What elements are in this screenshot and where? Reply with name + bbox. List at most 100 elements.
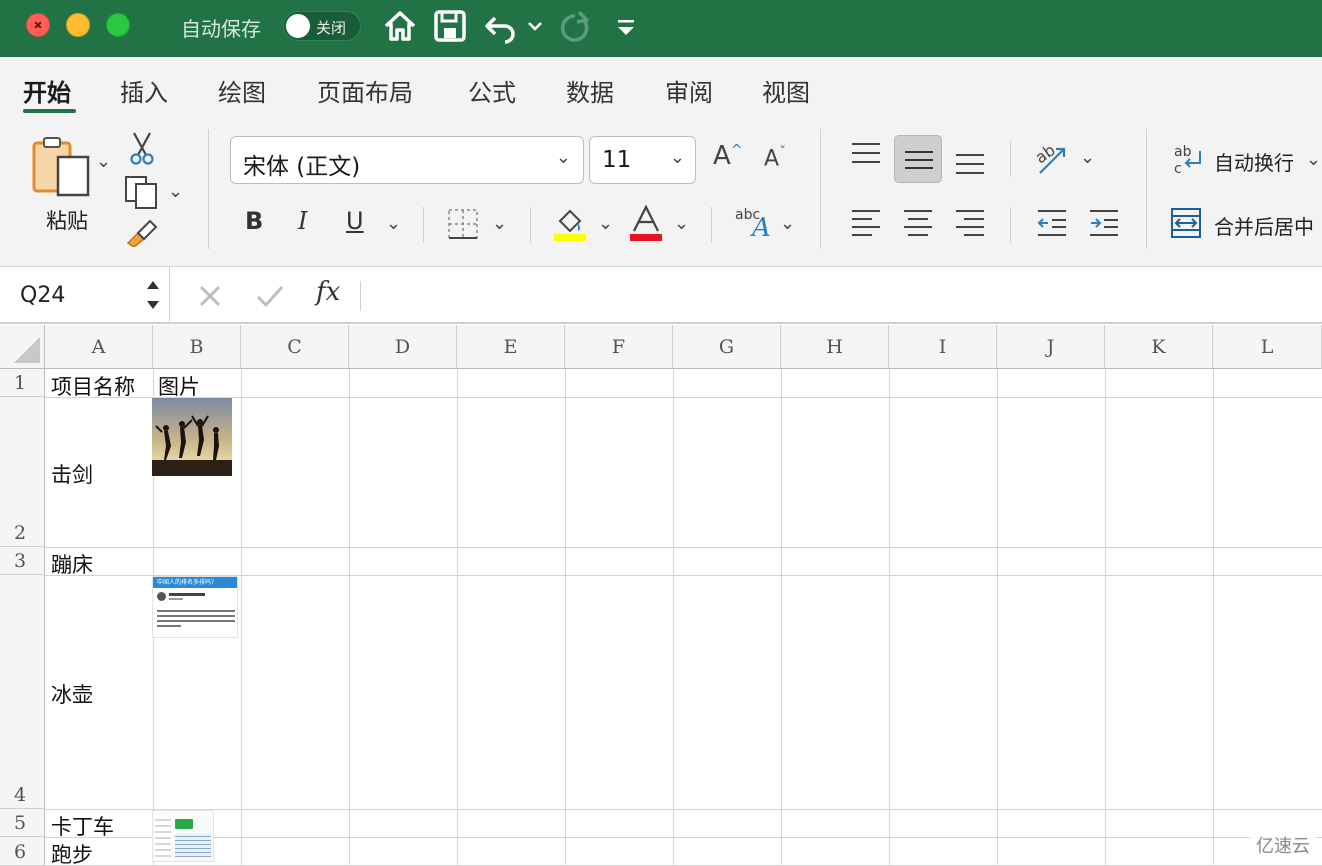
align-center-icon[interactable]: [902, 207, 934, 237]
paste-icon[interactable]: [30, 135, 92, 197]
cell-a3[interactable]: 蹦床: [51, 549, 93, 579]
row-header-1[interactable]: 1: [0, 369, 45, 397]
orientation-dropdown-chevron[interactable]: ⌄: [1080, 147, 1095, 168]
increase-font-size-icon[interactable]: A^: [713, 141, 743, 171]
phonetic-guide-icon[interactable]: A: [752, 213, 771, 243]
align-middle-button[interactable]: [894, 135, 942, 183]
insert-function-button[interactable]: fx: [316, 277, 340, 307]
column-header-f[interactable]: F: [565, 325, 673, 369]
cut-icon[interactable]: [128, 131, 156, 165]
row-header-2[interactable]: 2: [0, 397, 45, 547]
column-header-e[interactable]: E: [457, 325, 565, 369]
redo-icon[interactable]: [557, 8, 593, 44]
name-box[interactable]: Q24: [0, 267, 170, 324]
wrap-text-label[interactable]: 自动换行: [1214, 147, 1294, 176]
column-header-i[interactable]: I: [889, 325, 997, 369]
tab-data[interactable]: 数据: [566, 73, 614, 108]
text-line: [157, 615, 235, 617]
underline-dropdown-chevron[interactable]: ⌄: [386, 213, 401, 234]
tab-insert[interactable]: 插入: [120, 73, 168, 108]
copy-dropdown-chevron[interactable]: ⌄: [168, 181, 183, 202]
autosave-label: 自动保存: [181, 17, 261, 41]
worksheet-grid: A B C D E F G H I J K L 1 2 3 4 5 6 项目名称…: [0, 325, 1322, 866]
tab-draw[interactable]: 绘图: [218, 73, 266, 108]
align-right-icon[interactable]: [954, 207, 986, 237]
cell-b1[interactable]: 图片: [158, 371, 200, 401]
merge-center-label[interactable]: 合并后居中: [1214, 211, 1314, 240]
merge-center-icon[interactable]: [1170, 207, 1202, 239]
font-name-select[interactable]: 宋体 (正文) ⌄: [230, 136, 584, 184]
confirm-entry-icon[interactable]: [255, 283, 285, 309]
font-color-dropdown-chevron[interactable]: ⌄: [674, 213, 689, 234]
grid-line: [349, 369, 350, 866]
column-header-d[interactable]: D: [349, 325, 457, 369]
column-header-b[interactable]: B: [153, 325, 241, 369]
app-screenshot-image[interactable]: [152, 810, 214, 862]
column-header-h[interactable]: H: [781, 325, 889, 369]
orientation-icon[interactable]: ab: [1034, 141, 1070, 175]
sunset-silhouette-image[interactable]: [152, 398, 232, 476]
font-color-icon[interactable]: [628, 203, 664, 243]
autosave-toggle[interactable]: 关闭: [283, 11, 361, 41]
wrap-text-dropdown-chevron[interactable]: ⌄: [1306, 149, 1321, 170]
wrap-text-icon[interactable]: ab c: [1172, 143, 1204, 177]
name-box-stepper-icon[interactable]: [144, 275, 162, 315]
borders-icon[interactable]: [446, 207, 480, 241]
formula-bar: Q24 fx: [0, 267, 1322, 324]
borders-dropdown-chevron[interactable]: ⌄: [492, 213, 507, 234]
close-window-button[interactable]: [26, 13, 50, 37]
font-size-select[interactable]: 11 ⌄: [589, 136, 696, 184]
cell-a5[interactable]: 卡丁车: [51, 811, 114, 841]
row-number: 5: [14, 812, 27, 834]
fill-color-dropdown-chevron[interactable]: ⌄: [598, 213, 613, 234]
row-header-4[interactable]: 4: [0, 575, 45, 809]
bold-button[interactable]: B: [245, 207, 263, 235]
copy-icon[interactable]: [124, 175, 160, 209]
home-icon[interactable]: [382, 8, 418, 44]
cell-a6[interactable]: 跑步: [51, 839, 93, 866]
row-header-3[interactable]: 3: [0, 547, 45, 575]
grid-line: [997, 369, 998, 866]
font-size-value: 11: [602, 147, 632, 173]
minimize-window-button[interactable]: [66, 13, 90, 37]
row-header-5[interactable]: 5: [0, 809, 45, 837]
tab-page-layout[interactable]: 页面布局: [317, 73, 413, 108]
align-bottom-icon[interactable]: [954, 147, 986, 175]
article-screenshot-image[interactable]: 中国人的排名多排吗?: [152, 576, 238, 638]
customize-toolbar-icon[interactable]: [614, 8, 638, 44]
content-block: [175, 833, 211, 857]
paste-dropdown-chevron[interactable]: ⌄: [96, 151, 111, 172]
tab-view[interactable]: 视图: [762, 73, 810, 108]
column-header-a[interactable]: A: [45, 325, 153, 369]
decrease-font-size-icon[interactable]: Aˇ: [764, 145, 786, 171]
increase-indent-icon[interactable]: [1088, 207, 1120, 237]
save-icon[interactable]: [433, 8, 467, 44]
underline-button[interactable]: U: [346, 207, 364, 235]
format-painter-icon[interactable]: [124, 217, 160, 247]
tab-home[interactable]: 开始: [23, 73, 71, 108]
decrease-indent-icon[interactable]: [1036, 207, 1068, 237]
tab-formulas[interactable]: 公式: [468, 73, 516, 108]
grid-line: [1213, 369, 1214, 866]
column-header-g[interactable]: G: [673, 325, 781, 369]
fill-color-icon[interactable]: [552, 203, 588, 243]
cell-a1[interactable]: 项目名称: [51, 371, 135, 401]
column-header-j[interactable]: J: [997, 325, 1105, 369]
column-header-k[interactable]: K: [1105, 325, 1213, 369]
undo-icon[interactable]: [483, 8, 543, 44]
phonetic-dropdown-chevron[interactable]: ⌄: [780, 213, 795, 234]
zoom-window-button[interactable]: [106, 13, 130, 37]
ribbon-separator: [1010, 141, 1011, 177]
cancel-entry-icon[interactable]: [197, 283, 223, 309]
align-left-icon[interactable]: [850, 207, 882, 237]
align-top-icon[interactable]: [850, 141, 882, 169]
tab-review[interactable]: 审阅: [665, 73, 713, 108]
row-header-6[interactable]: 6: [0, 837, 45, 866]
cell-a2[interactable]: 击剑: [51, 459, 93, 489]
select-all-corner[interactable]: [0, 325, 45, 369]
ribbon-tabs: 开始 插入 绘图 页面布局 公式 数据 审阅 视图: [0, 57, 1322, 121]
cell-a4[interactable]: 冰壶: [51, 679, 93, 709]
column-header-l[interactable]: L: [1213, 325, 1322, 369]
italic-button[interactable]: I: [298, 207, 307, 235]
column-header-c[interactable]: C: [241, 325, 349, 369]
